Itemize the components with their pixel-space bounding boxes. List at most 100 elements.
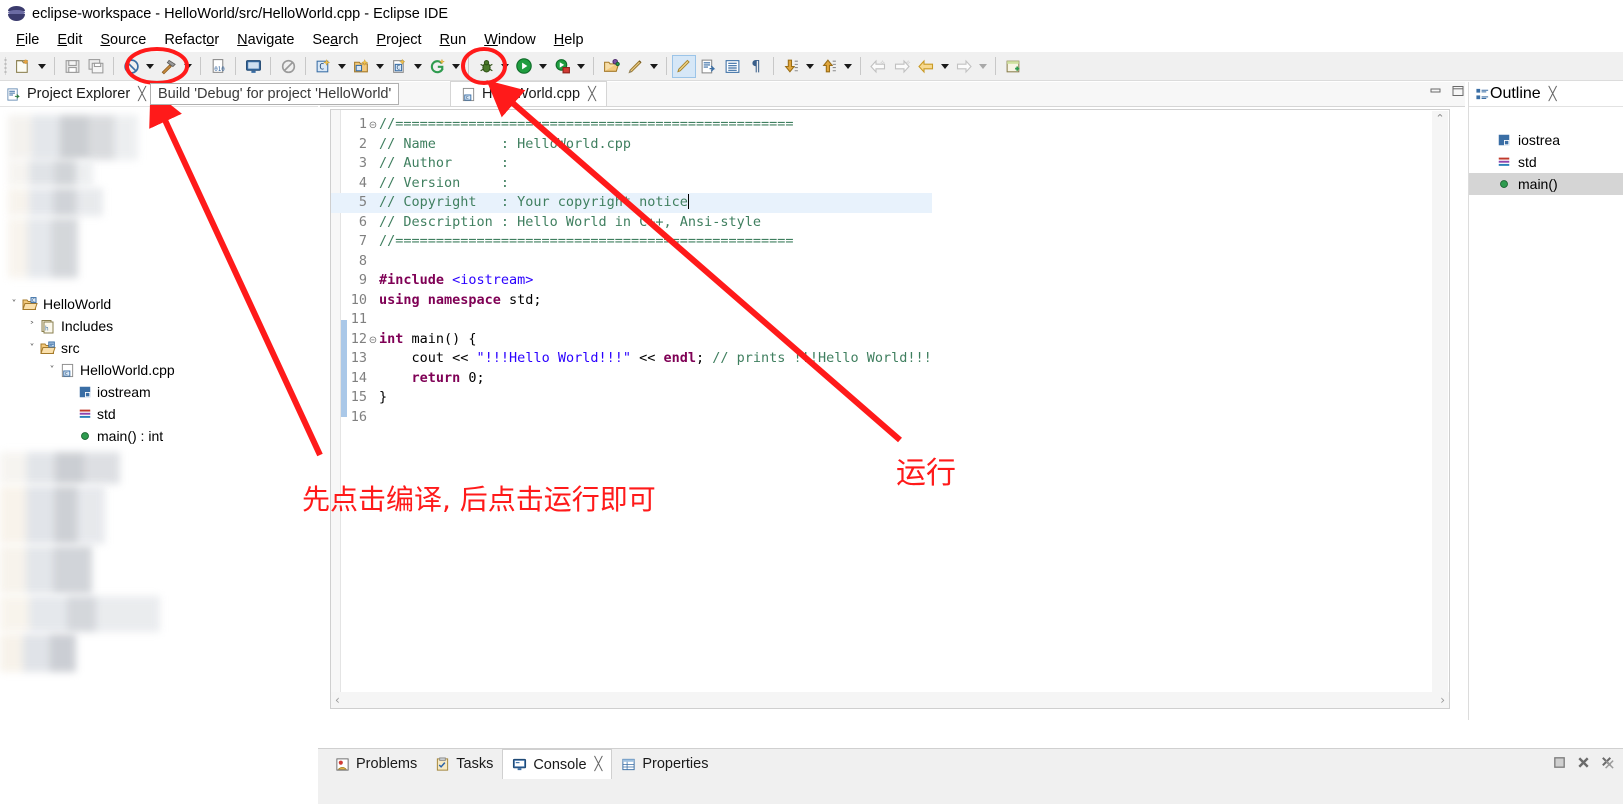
chevron-down-icon[interactable]: ˅ bbox=[6, 299, 22, 310]
binary-file-icon[interactable]: 010 bbox=[206, 55, 230, 78]
back-nav-icon[interactable] bbox=[914, 55, 938, 78]
remove-launch-icon[interactable] bbox=[1576, 755, 1591, 770]
menu-run[interactable]: Run bbox=[431, 32, 476, 48]
cpp-file-icon: c bbox=[462, 87, 475, 101]
new-dropdown-arrow[interactable] bbox=[35, 55, 49, 78]
new-c-folder-dropdown-arrow[interactable] bbox=[373, 55, 387, 78]
menu-search[interactable]: Search bbox=[303, 32, 367, 48]
include-ref-icon bbox=[79, 386, 91, 398]
close-icon[interactable]: ╳ bbox=[1549, 87, 1557, 102]
toolbar-grip[interactable] bbox=[2, 57, 9, 75]
chevron-down-icon[interactable]: ˅ bbox=[24, 343, 40, 354]
remove-all-terminated-icon[interactable] bbox=[1600, 755, 1615, 770]
project-explorer-icon bbox=[7, 87, 20, 101]
close-icon[interactable]: ╳ bbox=[595, 757, 603, 772]
terminate-icon[interactable] bbox=[1552, 755, 1567, 770]
debug-dropdown-arrow[interactable] bbox=[498, 55, 512, 78]
chevron-right-icon[interactable]: › bbox=[1440, 693, 1445, 707]
back-nav-dropdown-arrow[interactable] bbox=[938, 55, 952, 78]
forward-nav-dropdown-arrow[interactable] bbox=[976, 55, 990, 78]
tree-item-iostream[interactable]: iostream bbox=[0, 381, 318, 403]
open-type-icon[interactable] bbox=[599, 55, 623, 78]
new-c-file-icon[interactable]: C bbox=[387, 55, 411, 78]
git-icon[interactable] bbox=[425, 55, 449, 78]
tree-item-main-function[interactable]: main() : int bbox=[0, 425, 318, 447]
fold-collapse-icon[interactable]: ⊝ bbox=[367, 331, 379, 351]
git-dropdown-arrow[interactable] bbox=[449, 55, 463, 78]
tree-item-helloworld[interactable]: ˅ C HelloWorld bbox=[0, 293, 318, 315]
new-c-file-dropdown-arrow[interactable] bbox=[411, 55, 425, 78]
tree-item-helloworld-cpp[interactable]: ˅ c HelloWorld.cpp bbox=[0, 359, 318, 381]
external-tools-dropdown-arrow[interactable] bbox=[574, 55, 588, 78]
search-dropdown-arrow[interactable] bbox=[647, 55, 661, 78]
outline-item-main[interactable]: main() bbox=[1469, 173, 1623, 195]
code-line: 5 // Copyright : Your copyright notice bbox=[331, 193, 932, 213]
tab-properties[interactable]: Properties bbox=[612, 749, 717, 779]
pilcrow-icon[interactable]: ¶ bbox=[744, 55, 768, 78]
menu-file[interactable]: File bbox=[7, 32, 48, 48]
outline-tab[interactable]: Outline ╳ bbox=[1469, 82, 1623, 107]
chevron-down-icon[interactable]: ˅ bbox=[44, 365, 60, 376]
tab-console[interactable]: Console ╳ bbox=[502, 749, 613, 779]
run-dropdown-arrow[interactable] bbox=[536, 55, 550, 78]
editor-tab-helloworld-cpp[interactable]: c HelloWorld.cpp ╳ bbox=[450, 81, 607, 106]
close-icon[interactable]: ╳ bbox=[138, 87, 146, 102]
code-token: using namespace bbox=[379, 291, 510, 308]
source-code[interactable]: 1 ⊝//====================================… bbox=[331, 115, 932, 427]
run-play-icon[interactable] bbox=[512, 55, 536, 78]
maximize-icon[interactable] bbox=[1451, 84, 1465, 96]
new-c-folder-icon[interactable] bbox=[349, 55, 373, 78]
last-edit-fwd-icon bbox=[890, 55, 914, 78]
code-editor[interactable]: 1 ⊝//====================================… bbox=[330, 109, 1450, 709]
chevron-up-icon[interactable]: ⌃ bbox=[1432, 111, 1448, 127]
fold-collapse-icon[interactable]: ⊝ bbox=[367, 116, 379, 136]
search-pencil-icon[interactable] bbox=[623, 55, 647, 78]
save-all-icon[interactable] bbox=[84, 55, 108, 78]
line-number: 3 bbox=[358, 155, 367, 171]
menu-source[interactable]: Source bbox=[91, 32, 155, 48]
build-hammer-icon[interactable] bbox=[157, 55, 181, 78]
tab-problems[interactable]: Problems bbox=[326, 749, 426, 779]
new-c-cpp-project-icon[interactable] bbox=[11, 55, 35, 78]
previous-annotation-icon[interactable] bbox=[817, 55, 841, 78]
menu-edit[interactable]: Edit bbox=[48, 32, 91, 48]
toggle-block-selection-icon[interactable] bbox=[672, 54, 696, 78]
tasks-icon bbox=[437, 756, 449, 771]
menu-help[interactable]: Help bbox=[545, 32, 593, 48]
build-dropdown-arrow[interactable] bbox=[181, 55, 195, 78]
minimize-icon[interactable] bbox=[1429, 84, 1443, 96]
chevron-right-icon[interactable]: ˃ bbox=[24, 321, 40, 332]
chevron-left-icon[interactable]: ‹ bbox=[335, 693, 340, 707]
new-c-class-icon[interactable]: C bbox=[311, 55, 335, 78]
next-annotation-icon[interactable] bbox=[779, 55, 803, 78]
debug-bug-icon[interactable] bbox=[474, 55, 498, 78]
menu-window[interactable]: Window bbox=[475, 32, 545, 48]
new-window-icon[interactable] bbox=[1001, 55, 1025, 78]
editor-horizontal-scrollbar[interactable]: ‹ › bbox=[330, 692, 1450, 709]
editor-vertical-scrollbar[interactable]: ⌃ ⌄ bbox=[1432, 111, 1448, 708]
tree-item-src[interactable]: ˅ src bbox=[0, 337, 318, 359]
menu-project[interactable]: Project bbox=[367, 32, 430, 48]
open-console-icon[interactable] bbox=[241, 55, 265, 78]
no-build-icon[interactable] bbox=[119, 55, 143, 78]
outline-item-iostream[interactable]: iostrea bbox=[1469, 129, 1623, 151]
run-external-tools-icon[interactable] bbox=[550, 55, 574, 78]
next-annotation-dropdown-arrow[interactable] bbox=[803, 55, 817, 78]
show-source-quick-icon[interactable] bbox=[696, 55, 720, 78]
c-project-folder-icon: C bbox=[22, 296, 38, 310]
new-c-class-dropdown-arrow[interactable] bbox=[335, 55, 349, 78]
menu-refactor[interactable]: Refactor bbox=[155, 32, 228, 48]
show-whitespace-icon[interactable] bbox=[720, 55, 744, 78]
tree-item-includes[interactable]: ˃ h Includes bbox=[0, 315, 318, 337]
tree-item-std[interactable]: std bbox=[0, 403, 318, 425]
code-token: //======================================… bbox=[379, 233, 794, 249]
tab-tasks[interactable]: Tasks bbox=[426, 749, 502, 779]
previous-annotation-dropdown-arrow[interactable] bbox=[841, 55, 855, 78]
no-build-dropdown-arrow[interactable] bbox=[143, 55, 157, 78]
tree-label: HelloWorld bbox=[43, 296, 112, 312]
menu-navigate[interactable]: Navigate bbox=[228, 32, 303, 48]
outline-item-std[interactable]: std bbox=[1469, 151, 1623, 173]
clear-marker-icon[interactable] bbox=[276, 55, 300, 78]
save-icon[interactable] bbox=[60, 55, 84, 78]
close-icon[interactable]: ╳ bbox=[588, 87, 596, 102]
